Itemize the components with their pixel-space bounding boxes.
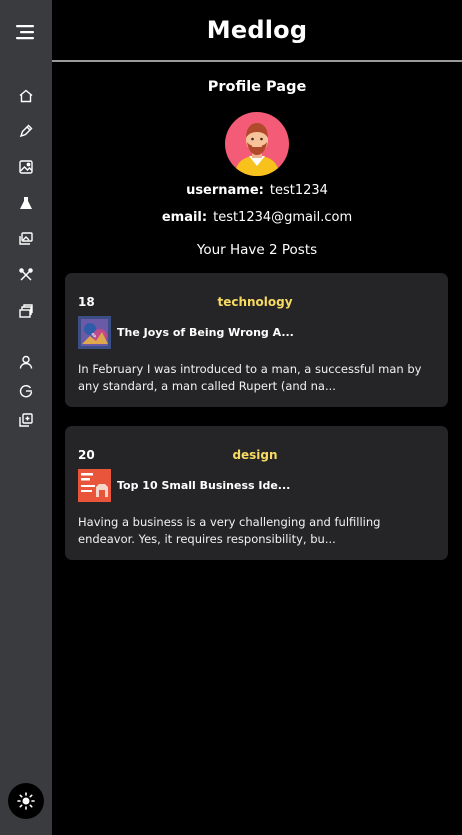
flask-icon[interactable]: [18, 195, 34, 211]
logout-icon[interactable]: [18, 383, 34, 399]
theme-toggle-button[interactable]: [8, 783, 44, 819]
post-excerpt: Having a business is a very challenging …: [78, 515, 381, 546]
post-card[interactable]: 18 technology ✎ The Joys of Being Wrong …: [65, 273, 448, 407]
email-label: email:: [161, 210, 208, 225]
header: Medlog: [52, 0, 462, 62]
svg-text:✎: ✎: [91, 332, 97, 340]
post-category[interactable]: design: [195, 448, 315, 462]
username-value: test1234: [269, 183, 328, 198]
post-id: 20: [78, 448, 95, 462]
post-card[interactable]: 20 design Top 10 Small Business Ide... H…: [65, 426, 448, 560]
menu-icon[interactable]: [16, 24, 36, 40]
posts-count: Your Have 2 Posts: [196, 242, 318, 258]
image-icon[interactable]: [18, 159, 34, 175]
username-row: username: test1234: [52, 183, 462, 198]
user-icon[interactable]: [18, 354, 34, 370]
email-row: email: test1234@gmail.com: [52, 210, 462, 225]
books-icon[interactable]: [18, 303, 34, 319]
username-label: username:: [186, 183, 264, 198]
pen-icon[interactable]: [18, 123, 34, 139]
post-thumbnail: ✎: [78, 316, 111, 349]
post-excerpt: In February I was introduced to a man, a…: [78, 362, 422, 393]
post-id: 18: [78, 295, 95, 309]
tools-icon[interactable]: [18, 267, 34, 283]
app-title: Medlog: [206, 16, 308, 44]
avatar: [225, 112, 289, 176]
post-thumbnail: [78, 469, 111, 502]
post-category[interactable]: technology: [195, 295, 315, 309]
sidebar: [0, 0, 52, 835]
post-title[interactable]: The Joys of Being Wrong A...: [117, 326, 294, 339]
gallery-icon[interactable]: [18, 231, 34, 247]
copy-icon[interactable]: [18, 412, 34, 428]
sun-icon: [17, 792, 35, 810]
home-icon[interactable]: [18, 88, 34, 104]
email-value: test1234@gmail.com: [213, 210, 353, 225]
page-title: Profile Page: [207, 79, 307, 95]
post-title[interactable]: Top 10 Small Business Ide...: [117, 479, 290, 492]
